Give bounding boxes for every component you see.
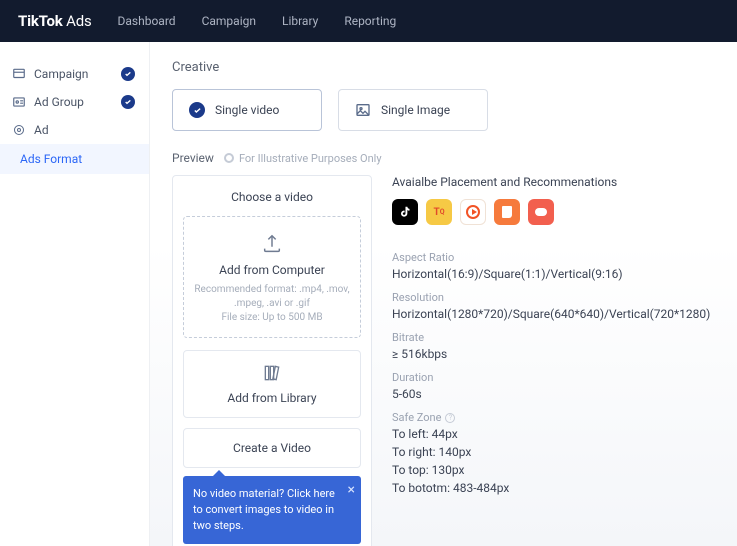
creative-type-row: Single video Single Image	[172, 89, 715, 131]
sidebar-sub-ads-format[interactable]: Ads Format	[0, 144, 149, 174]
creative-label: Single Image	[381, 103, 450, 117]
check-icon	[121, 95, 135, 109]
spec-value: To top: 130px	[392, 463, 715, 477]
preview-header: Preview For Illustrative Purposes Only	[172, 151, 715, 165]
sidebar: Campaign Ad Group	[0, 42, 150, 546]
creative-single-image[interactable]: Single Image	[338, 89, 488, 131]
body: Campaign Ad Group	[0, 42, 737, 546]
no-video-toast: × No video material? Click here to conve…	[183, 476, 361, 544]
spec-value: To left: 44px	[392, 427, 715, 441]
create-a-video-button[interactable]: Create a Video	[183, 428, 361, 468]
top-nav: TikTok Ads Dashboard Campaign Library Re…	[0, 0, 737, 42]
spec-label: Resolution	[392, 291, 715, 304]
close-icon[interactable]: ×	[348, 480, 355, 500]
section-title-creative: Creative	[172, 60, 715, 75]
app-root: TikTok Ads Dashboard Campaign Library Re…	[0, 0, 737, 546]
spec-value: 5-60s	[392, 387, 715, 401]
nav-dashboard[interactable]: Dashboard	[118, 14, 176, 28]
toast-arrow-icon	[213, 470, 225, 476]
ad-icon	[12, 123, 26, 137]
spec-value: Horizontal(16:9)/Square(1:1)/Vertical(9:…	[392, 267, 715, 281]
image-icon	[355, 102, 371, 118]
sidebar-label: Ad	[34, 123, 49, 137]
nav-reporting[interactable]: Reporting	[344, 14, 396, 28]
spec-label: Bitrate	[392, 331, 715, 344]
placement-tiktok-icon[interactable]	[392, 199, 418, 225]
info-icon	[224, 153, 234, 163]
brand-bold: TikTok	[18, 12, 63, 30]
sidebar-item-campaign[interactable]: Campaign	[0, 60, 149, 88]
placement-icons: TQ	[392, 199, 715, 225]
sidebar-item-ad[interactable]: Ad	[0, 116, 149, 144]
choose-title: Choose a video	[183, 190, 361, 204]
check-icon	[121, 67, 135, 81]
placement-helo-icon[interactable]	[494, 199, 520, 225]
preview-hint: For Illustrative Purposes Only	[224, 152, 382, 165]
choose-video-panel: Choose a video Add from Computer Recomme…	[172, 175, 372, 546]
creative-single-video[interactable]: Single video	[172, 89, 322, 131]
main-content: Creative Single video Single Image Previ…	[150, 42, 737, 546]
spec-value: To right: 140px	[392, 445, 715, 459]
add-from-computer-button[interactable]: Add from Computer Recommended format: .m…	[183, 216, 361, 338]
placement-title: Avaialbe Placement and Recommenations	[392, 175, 715, 189]
preview-body: Choose a video Add from Computer Recomme…	[172, 175, 715, 546]
placement-recommendations: Avaialbe Placement and Recommenations TQ…	[392, 175, 715, 507]
brand-light: Ads	[63, 12, 92, 30]
spec-value: Horizontal(1280*720)/Square(640*640)/Ver…	[392, 307, 715, 321]
specs: Aspect Ratio Horizontal(16:9)/Square(1:1…	[392, 245, 715, 507]
spec-value: To bototm: 483-484px	[392, 481, 715, 495]
spec-label-safezone: Safe Zone ?	[392, 411, 715, 424]
spec-label: Aspect Ratio	[392, 251, 715, 264]
info-icon: ?	[445, 413, 455, 423]
nav-library[interactable]: Library	[282, 14, 318, 28]
adgroup-icon	[12, 95, 26, 109]
spec-label: Duration	[392, 371, 715, 384]
creative-label: Single video	[215, 103, 279, 117]
placement-vigo-icon[interactable]	[460, 199, 486, 225]
upload-title: Add from Computer	[192, 263, 352, 277]
preview-label: Preview	[172, 151, 214, 165]
sidebar-label: Campaign	[34, 67, 88, 81]
spec-value: ≥ 516kbps	[392, 347, 715, 361]
brand-logo: TikTok Ads	[18, 12, 92, 30]
library-icon	[192, 363, 352, 383]
upload-icon	[192, 233, 352, 255]
placement-topbuzz-icon[interactable]: TQ	[426, 199, 452, 225]
toast-text: No video material? Click here to convert…	[193, 487, 335, 532]
sidebar-label: Ad Group	[34, 95, 84, 109]
campaign-icon	[12, 67, 26, 81]
placement-news-icon[interactable]	[528, 199, 554, 225]
upload-sub: Recommended format: .mp4, .mov, .mpeg, .…	[192, 283, 352, 325]
add-from-library-button[interactable]: Add from Library	[183, 350, 361, 418]
sidebar-item-adgroup[interactable]: Ad Group	[0, 88, 149, 116]
check-icon	[189, 102, 205, 118]
nav-campaign[interactable]: Campaign	[202, 14, 256, 28]
